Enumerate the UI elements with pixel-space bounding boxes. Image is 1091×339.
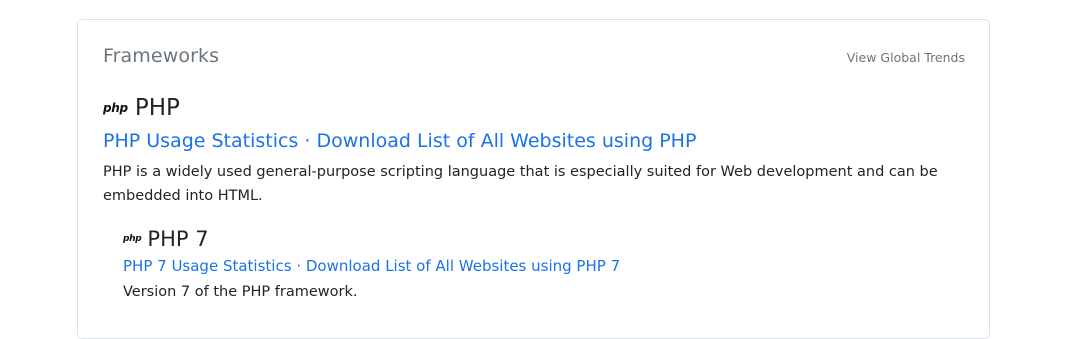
php-logo-icon: php xyxy=(103,101,128,115)
sub-tech-heading: php PHP 7 xyxy=(123,227,209,251)
tech-description: PHP is a widely used general-purpose scr… xyxy=(103,164,938,204)
usage-statistics-link[interactable]: PHP Usage Statistics xyxy=(103,130,298,152)
php-logo-icon: php xyxy=(123,234,142,244)
frameworks-card: Frameworks View Global Trends php PHP PH… xyxy=(77,19,990,339)
tech-links: PHP Usage Statistics · Download List of … xyxy=(103,130,696,152)
sub-usage-statistics-link[interactable]: PHP 7 Usage Statistics xyxy=(123,257,292,275)
card-title: Frameworks xyxy=(103,45,220,67)
download-websites-link[interactable]: Download List of All Websites using PHP xyxy=(316,130,696,152)
sub-download-websites-link[interactable]: Download List of All Websites using PHP … xyxy=(306,257,620,275)
link-separator: · xyxy=(296,257,306,275)
view-global-trends-link[interactable]: View Global Trends xyxy=(847,50,965,65)
tech-name: PHP xyxy=(134,95,180,121)
sub-tech-name: PHP 7 xyxy=(147,227,209,251)
link-separator: · xyxy=(304,130,317,152)
sub-tech-description: Version 7 of the PHP framework. xyxy=(123,284,358,300)
sub-tech-links: PHP 7 Usage Statistics · Download List o… xyxy=(123,257,620,275)
tech-heading: php PHP xyxy=(103,95,180,121)
